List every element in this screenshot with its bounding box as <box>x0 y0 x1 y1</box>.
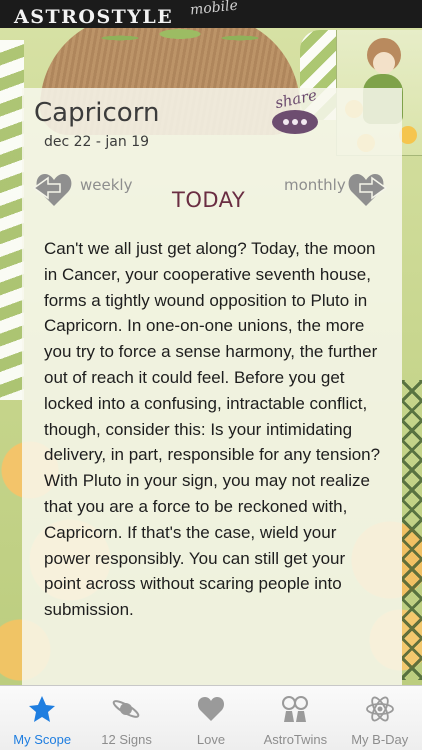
tab-my-scope[interactable]: My Scope <box>0 686 84 750</box>
tab-label: My B-Day <box>351 732 409 747</box>
tab-astrotwins[interactable]: AstroTwins <box>253 686 337 750</box>
tab-my-bday[interactable]: My B-Day <box>338 686 422 750</box>
tab-label: My Scope <box>13 732 72 747</box>
share-bubble-icon <box>272 110 318 134</box>
tab-label: 12 Signs <box>101 732 152 747</box>
background-left-stripes-art <box>0 40 24 400</box>
tab-12-signs[interactable]: 12 Signs <box>84 686 168 750</box>
previous-weekly-button[interactable] <box>32 166 76 210</box>
brand-logo: ASTROSTYLE <box>14 6 174 28</box>
heart-arrow-left-icon <box>32 174 72 206</box>
tab-bar: My Scope 12 Signs Love AstroTwins My B-D… <box>0 685 422 750</box>
star-icon <box>29 696 55 722</box>
share-button[interactable]: share <box>266 86 326 140</box>
sign-dates: dec 22 - jan 19 <box>44 134 150 150</box>
sign-name: Capricorn <box>34 98 160 128</box>
share-dot <box>283 119 289 125</box>
thumbnail-face <box>373 52 395 74</box>
top-bar: ASTROSTYLE mobile <box>0 0 422 28</box>
share-dot <box>301 119 307 125</box>
monthly-label[interactable]: monthly <box>284 176 346 194</box>
weekly-label[interactable]: weekly <box>80 176 132 194</box>
horoscope-card: Capricorn dec 22 - jan 19 share weekly m… <box>22 86 402 685</box>
brand-sub-logo: mobile <box>189 0 239 19</box>
share-label: share <box>273 85 319 113</box>
background-lattice-art <box>402 380 422 680</box>
tab-label: AstroTwins <box>263 732 328 747</box>
atom-icon <box>365 696 394 722</box>
planet-icon <box>113 700 140 718</box>
heart-icon <box>197 697 224 721</box>
tab-love[interactable]: Love <box>169 686 253 750</box>
next-monthly-button[interactable] <box>344 166 388 210</box>
share-dot <box>292 119 298 125</box>
horoscope-text: Can't we all just get along? Today, the … <box>44 239 381 620</box>
heart-arrow-right-icon <box>348 174 388 206</box>
tab-label: Love <box>196 732 226 747</box>
period-title: TODAY <box>172 188 246 212</box>
twins-icon <box>282 696 309 722</box>
